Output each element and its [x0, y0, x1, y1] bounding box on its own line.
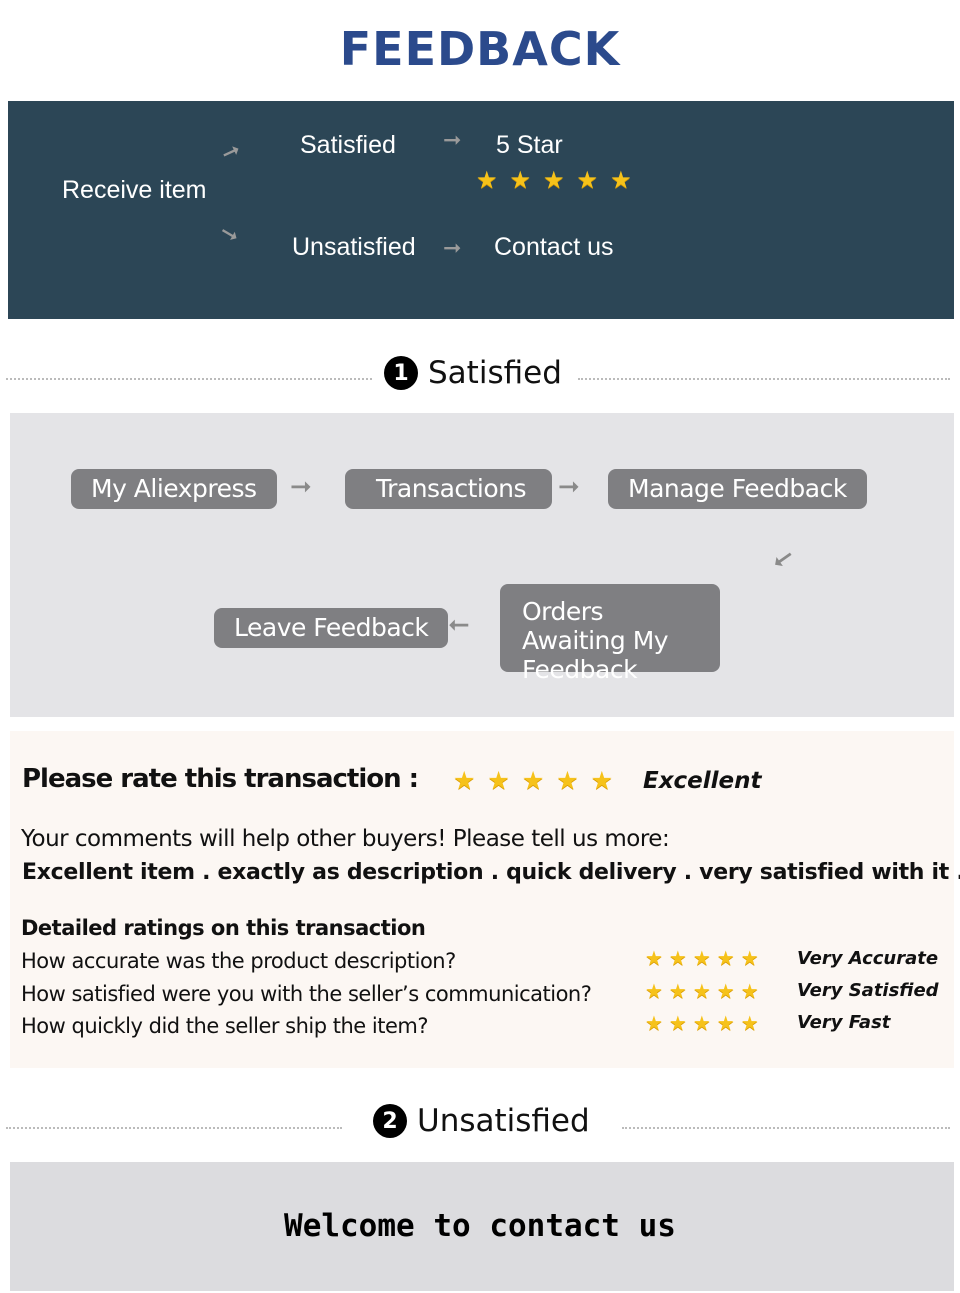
detail-question: How accurate was the product description…	[21, 949, 456, 973]
comment-prompt: Your comments will help other buyers! Pl…	[21, 826, 670, 852]
section-title: Unsatisfied	[417, 1103, 590, 1139]
steps-panel	[10, 413, 954, 717]
comment-text: Excellent item . exactly as description …	[22, 860, 960, 885]
step-number-badge: 2	[373, 1104, 407, 1138]
detail-rating-label: Very Accurate	[797, 948, 939, 969]
receive-item-label: Receive item	[62, 176, 207, 204]
divider	[578, 378, 950, 380]
contact-us-label: Contact us	[494, 233, 614, 261]
detail-rating-label: Very Fast	[797, 1012, 891, 1033]
step-transactions: Transactions	[345, 469, 553, 509]
arrow-right-icon: ➞	[558, 472, 580, 502]
satisfied-label: Satisfied	[300, 131, 396, 159]
detail-question: How quickly did the seller ship the item…	[21, 1014, 429, 1038]
arrow-right-icon: ➞	[290, 472, 312, 502]
rate-prompt: Please rate this transaction :	[22, 764, 419, 794]
step-number-badge: 1	[384, 356, 418, 390]
overall-stars-icon: ★★★★★	[453, 766, 626, 795]
divider	[622, 1127, 950, 1129]
detail-stars-icon: ★★★★★	[645, 1011, 765, 1035]
divider	[6, 1127, 342, 1129]
section-title: Satisfied	[428, 355, 562, 391]
overall-rating-label: Excellent	[643, 768, 762, 794]
arrow-right-icon: ➞	[443, 236, 462, 261]
five-star-label: 5 Star	[496, 131, 563, 159]
welcome-contact-text: Welcome to contact us	[284, 1208, 676, 1244]
five-star-rating-icon: ★★★★★	[476, 166, 644, 194]
arrow-right-icon: ➞	[443, 128, 462, 153]
detail-stars-icon: ★★★★★	[645, 979, 765, 1003]
detail-question: How satisfied were you with the seller’s…	[21, 982, 592, 1006]
detailed-ratings-title: Detailed ratings on this transaction	[21, 916, 426, 940]
section-heading-unsatisfied: 2 Unsatisfied	[373, 1103, 590, 1139]
arrow-left-icon: ➞	[448, 610, 470, 640]
detail-stars-icon: ★★★★★	[645, 946, 765, 970]
step-manage-feedback: Manage Feedback	[608, 469, 867, 509]
unsatisfied-label: Unsatisfied	[292, 233, 416, 261]
flow-banner	[8, 101, 954, 319]
section-heading-satisfied: 1 Satisfied	[384, 355, 562, 391]
detail-rating-label: Very Satisfied	[797, 980, 939, 1001]
step-my-aliexpress: My Aliexpress	[71, 469, 277, 509]
page-title: FEEDBACK	[339, 22, 621, 76]
divider	[6, 378, 372, 380]
step-leave-feedback: Leave Feedback	[214, 608, 449, 648]
step-orders-awaiting: Orders Awaiting My Feedback	[500, 584, 720, 684]
